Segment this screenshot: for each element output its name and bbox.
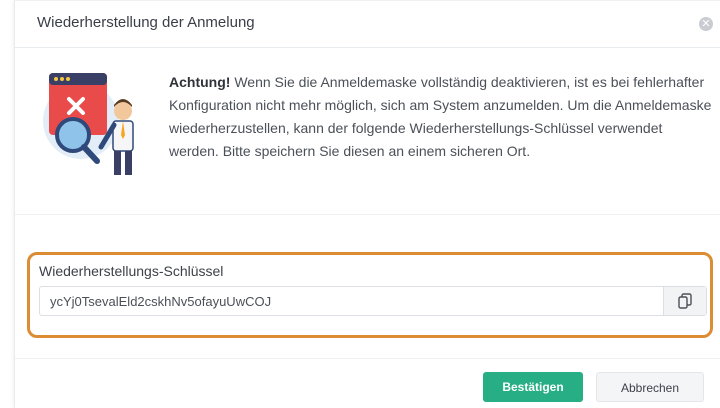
copy-icon xyxy=(678,293,692,309)
footer-divider xyxy=(15,358,720,359)
dialog-header: Wiederherstellung der Anmelung ✕ xyxy=(15,1,720,48)
warning-illustration xyxy=(43,73,134,175)
confirm-button[interactable]: Bestätigen xyxy=(483,372,583,402)
recovery-dialog: Wiederherstellung der Anmelung ✕ Achtung… xyxy=(14,0,720,408)
recovery-key-value[interactable]: ycYj0TsevalEld2cskhNv5ofayuUwCOJ xyxy=(50,294,271,309)
divider xyxy=(15,214,720,215)
recovery-key-field[interactable]: ycYj0TsevalEld2cskhNv5ofayuUwCOJ xyxy=(39,286,707,316)
cancel-button[interactable]: Abbrechen xyxy=(596,372,704,402)
warning-message: Achtung! Wenn Sie die Anmeldemaske volls… xyxy=(169,71,713,163)
close-icon[interactable]: ✕ xyxy=(699,17,713,31)
recovery-key-label: Wiederherstellungs-Schlüssel xyxy=(39,263,224,279)
warning-bold: Achtung! xyxy=(169,74,231,90)
copy-button[interactable] xyxy=(663,287,706,315)
warning-text: Wenn Sie die Anmeldemaske vollständig de… xyxy=(169,74,712,159)
dialog-title: Wiederherstellung der Anmelung xyxy=(37,14,255,31)
